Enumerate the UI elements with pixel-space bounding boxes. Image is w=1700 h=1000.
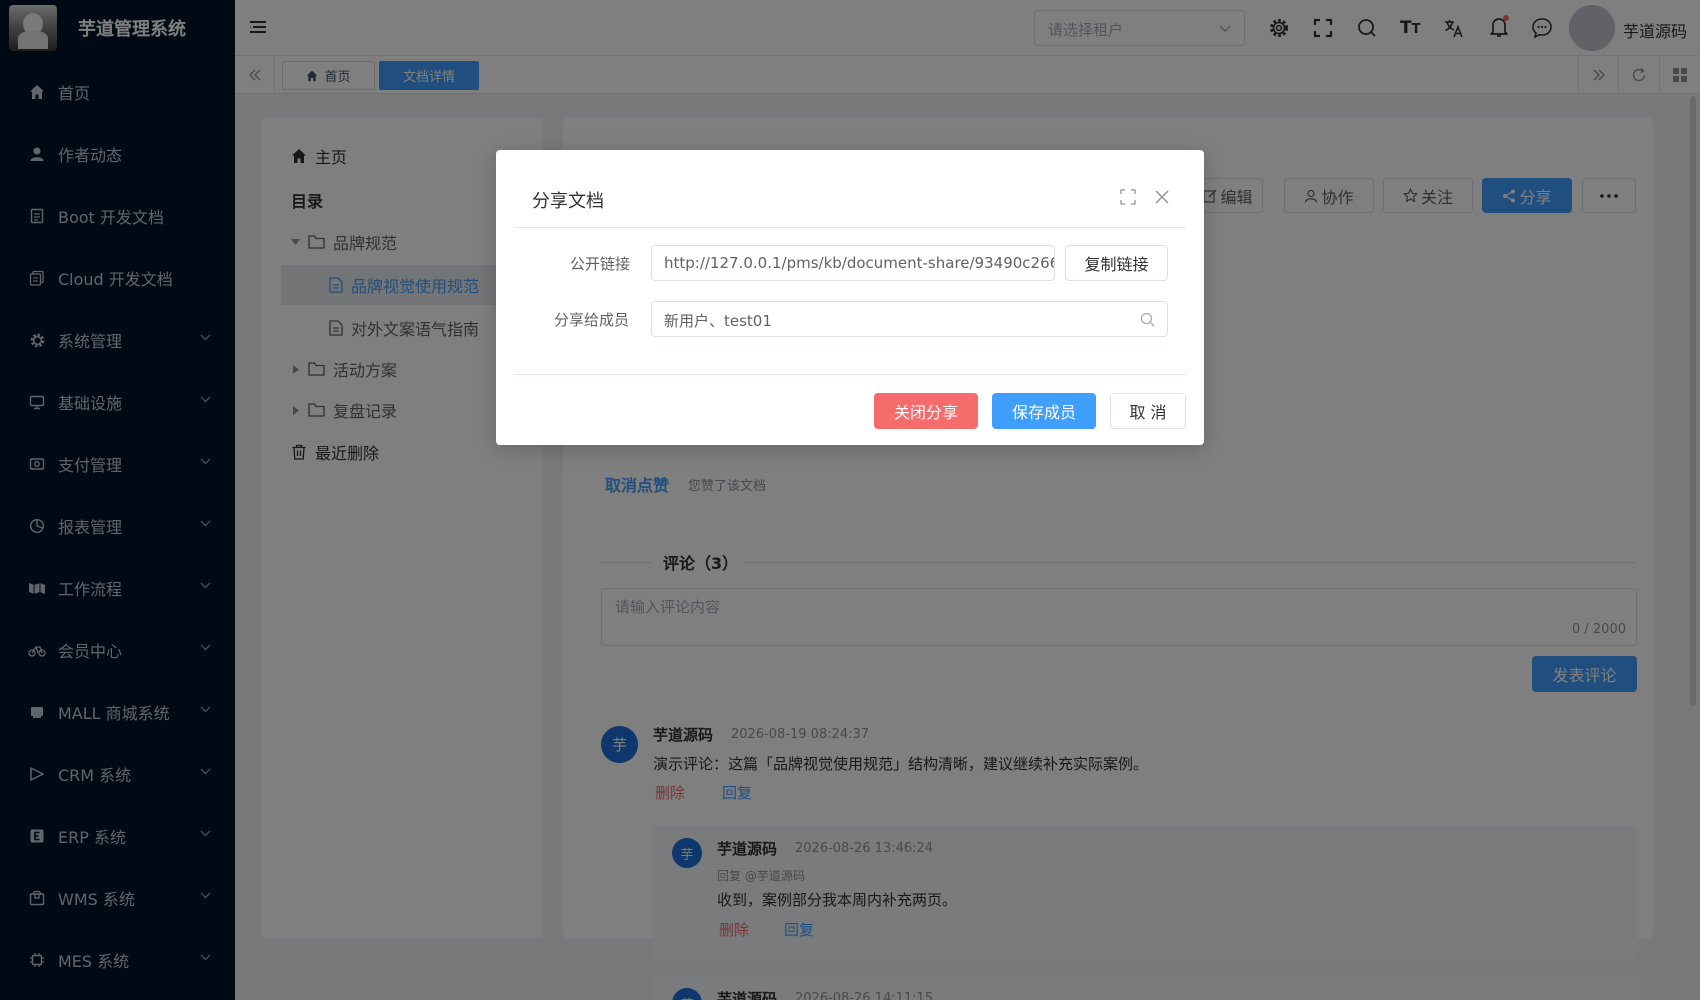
public-link-value: http://127.0.0.1/pms/kb/document-share/9… <box>664 254 1055 272</box>
save-members-label: 保存成员 <box>1011 403 1076 422</box>
share-members-value: 新用户、test01 <box>664 312 772 330</box>
dialog-title: 分享文档 <box>532 191 604 212</box>
maximize-icon[interactable] <box>1114 183 1142 211</box>
share-members-label: 分享给成员 <box>554 311 630 329</box>
cancel-label: 取 消 <box>1129 403 1167 422</box>
save-members-button[interactable]: 保存成员 <box>992 393 1096 429</box>
search-icon <box>1140 312 1155 327</box>
copy-link-label: 复制链接 <box>1084 255 1149 274</box>
close-share-button[interactable]: 关闭分享 <box>874 393 978 429</box>
share-members-select[interactable]: 新用户、test01 <box>651 301 1168 337</box>
copy-link-button[interactable]: 复制链接 <box>1065 245 1168 281</box>
close-share-label: 关闭分享 <box>893 403 958 422</box>
dialog-header-divider <box>514 227 1186 228</box>
cancel-button[interactable]: 取 消 <box>1110 393 1186 429</box>
close-icon[interactable] <box>1148 183 1176 211</box>
dialog-footer-divider <box>514 374 1186 375</box>
public-link-input[interactable]: http://127.0.0.1/pms/kb/document-share/9… <box>651 245 1055 281</box>
share-dialog: 分享文档 公开链接 http://127.0.0.1/pms/kb/docume… <box>496 150 1204 445</box>
public-link-label: 公开链接 <box>570 255 631 273</box>
